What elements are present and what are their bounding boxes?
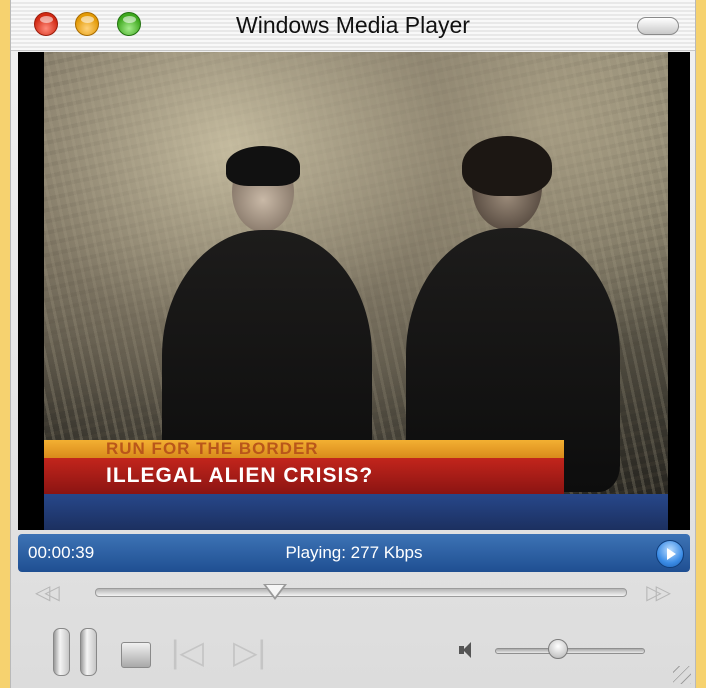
lower-third-top: RUN FOR THE BORDER	[44, 440, 564, 458]
pause-button[interactable]	[53, 628, 99, 676]
window-title: Windows Media Player	[236, 12, 470, 38]
seek-thumb[interactable]	[263, 584, 288, 600]
stop-button[interactable]	[121, 642, 151, 668]
next-icon[interactable]: ▷|	[233, 636, 266, 668]
toolbar-toggle-icon[interactable]	[637, 17, 679, 35]
lower-third-strip	[44, 494, 668, 530]
volume-thumb[interactable]	[548, 639, 569, 659]
playing-status: Playing: 277 Kbps	[285, 543, 423, 562]
video-display[interactable]: RUN FOR THE BORDER ILLEGAL ALIEN CRISIS?	[18, 52, 690, 530]
title-bar[interactable]: Windows Media Player	[11, 0, 695, 51]
skip-back-icon[interactable]: ◁◁	[35, 580, 60, 605]
status-bar: 00:00:39 Playing: 277 Kbps	[18, 534, 690, 572]
media-player-window: Windows Media Player RUN FOR THE BORDER …	[10, 0, 696, 688]
transport-controls: |◁ ▷|	[11, 612, 695, 688]
status-go-icon[interactable]	[656, 540, 684, 568]
seek-slider[interactable]	[95, 588, 627, 597]
lower-third-headline: ILLEGAL ALIEN CRISIS?	[44, 458, 564, 494]
skip-forward-icon[interactable]: ▷▷	[646, 580, 671, 605]
volume-slider[interactable]	[495, 648, 645, 654]
previous-icon[interactable]: |◁	[171, 636, 204, 668]
pause-icon-bar-left	[53, 628, 70, 676]
seek-row: ◁◁ ▷▷	[11, 576, 695, 612]
speaker-icon	[459, 642, 473, 658]
resize-grip-icon[interactable]	[673, 666, 691, 684]
pause-icon-bar-right	[80, 628, 97, 676]
news-lower-third: RUN FOR THE BORDER ILLEGAL ALIEN CRISIS?	[44, 440, 564, 494]
